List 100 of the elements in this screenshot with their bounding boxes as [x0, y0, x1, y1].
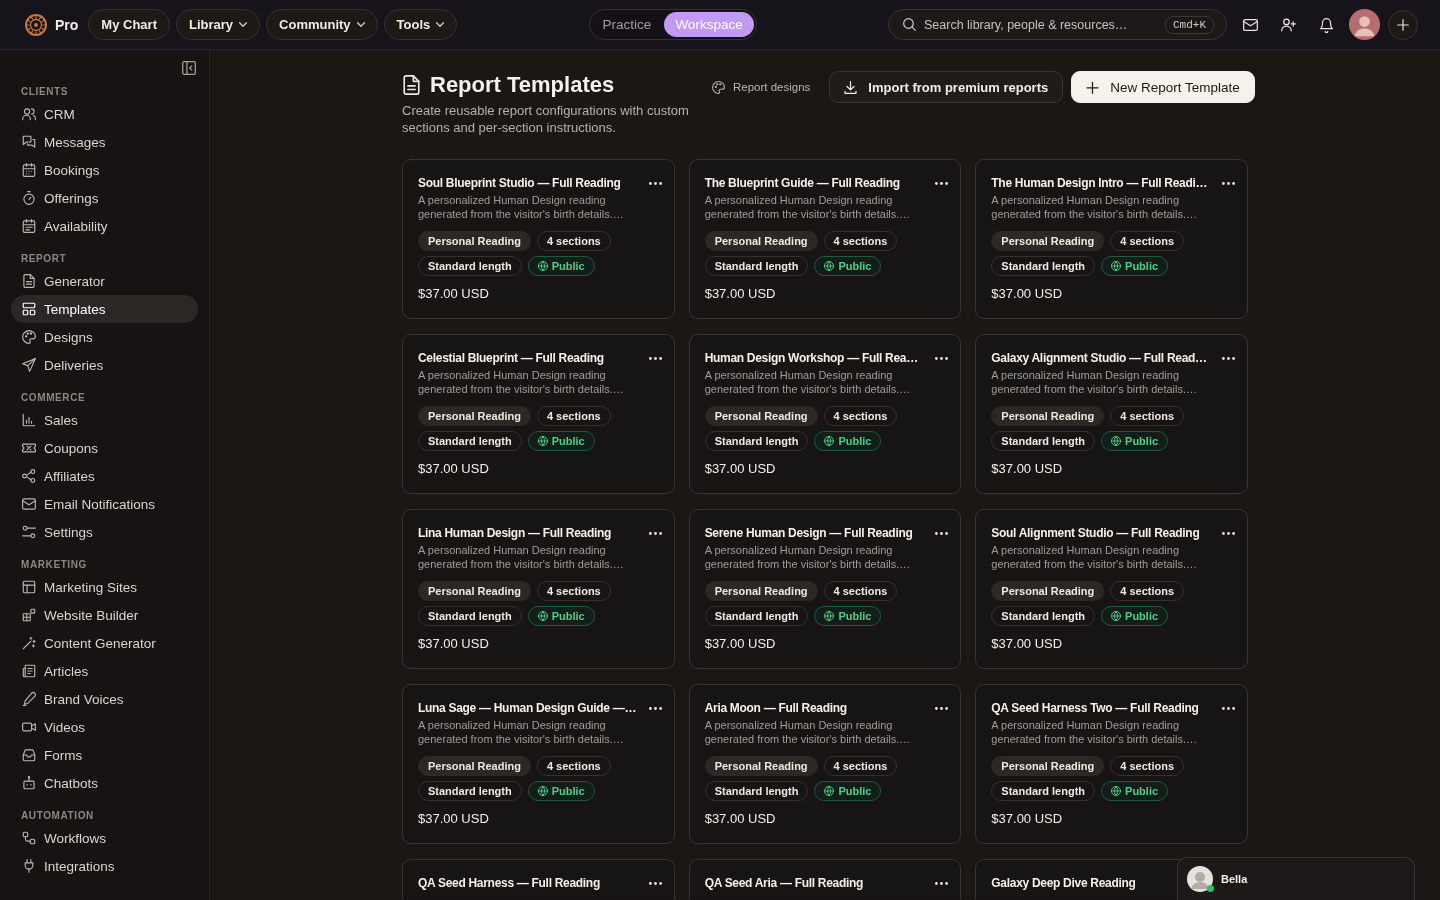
card-description: A personalized Human Design reading generated from the visitor's birth details.…: [991, 543, 1199, 571]
template-card[interactable]: Soul Alignment Studio — Full Reading A personalized Human Design reading generated from the visitor's birth details.… Personal Reading 4 sections Standard length Public $37.00 USD: [975, 509, 1248, 669]
template-card[interactable]: Luna Sage — Human Design Guide —… A personalized Human Design reading generated from the visitor's birth details.… Personal Reading 4 sections Standard length Public $37.00 USD: [402, 684, 675, 844]
sidebar-item[interactable]: Designs: [11, 323, 198, 351]
card-description: A personalized Human Design reading generated from the visitor's birth details.…: [418, 368, 625, 396]
mail-icon: [1242, 17, 1258, 32]
tag-label: Public: [1125, 260, 1159, 272]
avatar[interactable]: [1349, 9, 1380, 40]
nav-button[interactable]: Community: [266, 9, 378, 40]
keyboard-shortcut: Cmd+K: [1165, 15, 1214, 34]
template-card[interactable]: The Blueprint Guide — Full Reading A personalized Human Design reading generated from the visitor's birth details.… Personal Reading 4 sections Standard length Public $37.00 USD: [688, 159, 962, 319]
nav-button[interactable]: My Chart: [88, 9, 170, 40]
card-description: A personalized Human Design reading generated from the visitor's birth details.…: [704, 718, 912, 746]
logo-icon[interactable]: [25, 13, 47, 36]
template-card[interactable]: Lina Human Design — Full Reading A personalized Human Design reading generated from the visitor's birth details.… Personal Reading 4 sections Standard length Public $37.00 USD: [402, 509, 675, 669]
category-tag: Personal Reading: [991, 231, 1105, 251]
sidebar-item[interactable]: Availability: [11, 212, 198, 240]
report-designs-link[interactable]: Report designs: [712, 80, 811, 94]
page-title: Report Templates: [430, 72, 615, 98]
import-button[interactable]: Import from premium reports: [829, 71, 1064, 103]
sidebar-item[interactable]: Affiliates: [11, 462, 198, 490]
more-icon: [648, 181, 662, 185]
sidebar-item[interactable]: Bookings: [11, 156, 198, 184]
sliders-icon: [22, 525, 36, 539]
category-tag: Personal Reading: [704, 756, 818, 776]
chat-dialog[interactable]: Bella: [1177, 857, 1415, 900]
sidebar-item[interactable]: Coupons: [11, 434, 198, 462]
search-input[interactable]: Search library, people & resources…: [924, 17, 1157, 32]
template-card[interactable]: Celestial Blueprint — Full Reading A personalized Human Design reading generated from the visitor's birth details.… Personal Reading 4 sections Standard length Public $37.00 USD: [402, 334, 675, 494]
sidebar-item[interactable]: Deliveries: [11, 351, 198, 379]
sidebar-item[interactable]: Chatbots: [11, 769, 198, 797]
create-button[interactable]: New Report Template: [1071, 71, 1255, 103]
sidebar-item[interactable]: CRM: [11, 100, 198, 128]
tag-label: Public: [551, 610, 585, 622]
section-heading: REPORT: [20, 252, 68, 266]
brand-name: Pro: [55, 16, 79, 33]
sidebar-item[interactable]: Email Notifications: [11, 490, 198, 518]
tag-label: Public: [838, 785, 872, 797]
card-price: $37.00 USD: [418, 635, 490, 653]
sidebar-item[interactable]: Videos: [11, 713, 198, 741]
download-icon: [844, 80, 858, 94]
tag-label: Public: [1125, 435, 1159, 447]
section-heading: CLIENTS: [20, 85, 69, 99]
template-card[interactable]: Human Design Workshop — Full Rea… A personalized Human Design reading generated from the visitor's birth details.… Personal Reading 4 sections Standard length Public $37.00 USD: [688, 334, 962, 494]
sidebar-item[interactable]: Templates: [11, 295, 198, 323]
sidebar-item[interactable]: Settings: [11, 518, 198, 546]
globe-icon: [537, 611, 548, 621]
more-icon: [935, 531, 949, 535]
card-description: A personalized Human Design reading generated from the visitor's birth details.…: [704, 193, 912, 221]
caret-icon: [356, 22, 365, 27]
card-price: $37.00 USD: [991, 810, 1064, 828]
layout-icon: [22, 302, 36, 316]
collapse-sidebar-button[interactable]: [182, 61, 196, 75]
search-field[interactable]: Search library, people & resources… Cmd+K: [888, 9, 1227, 40]
more-icon: [648, 706, 662, 710]
page-subtitle: Create reusable report configurations with custom sections and per-section instructions.: [402, 102, 690, 136]
nav-button[interactable]: Library: [175, 9, 261, 40]
category-tag: Personal Reading: [418, 231, 531, 251]
more-icon: [1222, 356, 1235, 360]
template-card[interactable]: The Human Design Intro — Full Readi… A personalized Human Design reading generated from the visitor's birth details.… Personal Reading 4 sections Standard length Public $37.00 USD: [975, 159, 1248, 319]
sidebar-item[interactable]: Messages: [11, 128, 198, 156]
paper-plane-icon: [22, 358, 36, 372]
template-card[interactable]: Soul Blueprint Studio — Full Reading A personalized Human Design reading generated from the visitor's birth details.… Personal Reading 4 sections Standard length Public $37.00 USD: [402, 159, 675, 319]
sidebar-item[interactable]: Generator: [11, 267, 198, 295]
chat-name: Bella: [1221, 873, 1248, 885]
mode-tab[interactable]: Practice: [591, 12, 663, 37]
category-tag: Personal Reading: [991, 581, 1105, 601]
sidebar-item[interactable]: Articles: [11, 657, 198, 685]
sidebar-item[interactable]: Marketing Sites: [11, 573, 198, 601]
sidebar-item[interactable]: Sales: [11, 406, 198, 434]
template-card[interactable]: Serene Human Design — Full Reading A personalized Human Design reading generated from the visitor's birth details.… Personal Reading 4 sections Standard length Public $37.00 USD: [688, 509, 962, 669]
sidebar-item[interactable]: Brand Voices: [11, 685, 198, 713]
template-card[interactable]: QA Seed Harness Two — Full Reading A personalized Human Design reading generated from the visitor's birth details.… Personal Reading 4 sections Standard length Public $37.00 USD: [975, 684, 1248, 844]
add-button[interactable]: [1388, 9, 1418, 40]
sidebar-item[interactable]: Forms: [11, 741, 198, 769]
palette-icon: [22, 330, 36, 344]
globe-icon: [537, 786, 548, 796]
tag-label: Public: [1125, 785, 1159, 797]
sidebar-item[interactable]: Offerings: [11, 184, 198, 212]
sidebar-item[interactable]: Website Builder: [11, 601, 198, 629]
blocks-icon: [22, 608, 36, 622]
more-icon: [1222, 706, 1235, 710]
template-card[interactable]: Aria Moon — Full Reading A personalized Human Design reading generated from the visitor's birth details.… Personal Reading 4 sections Standard length Public $37.00 USD: [688, 684, 962, 844]
nav-button[interactable]: Tools: [383, 9, 458, 40]
template-card[interactable]: QA Seed Aria — Full Reading: [688, 859, 962, 899]
sidebar-item[interactable]: Integrations: [11, 852, 198, 880]
card-title: Lina Human Design — Full Reading: [418, 526, 612, 540]
search-icon: [903, 18, 916, 31]
template-card[interactable]: Galaxy Alignment Studio — Full Read… A personalized Human Design reading generated from the visitor's birth details.… Personal Reading 4 sections Standard length Public $37.00 USD: [975, 334, 1248, 494]
document-icon: [403, 75, 420, 95]
sidebar-toggle-icon: [182, 61, 196, 75]
template-card[interactable]: QA Seed Harness — Full Reading: [402, 859, 675, 899]
card-price: $37.00 USD: [991, 285, 1064, 303]
globe-icon: [1111, 261, 1122, 271]
card-title: Luna Sage — Human Design Guide —…: [418, 701, 637, 715]
plug-icon: [22, 859, 36, 873]
sidebar-item[interactable]: Workflows: [11, 824, 198, 852]
category-tag: Personal Reading: [704, 406, 818, 426]
mail-icon: [22, 497, 36, 511]
sidebar-item[interactable]: Content Generator: [11, 629, 198, 657]
